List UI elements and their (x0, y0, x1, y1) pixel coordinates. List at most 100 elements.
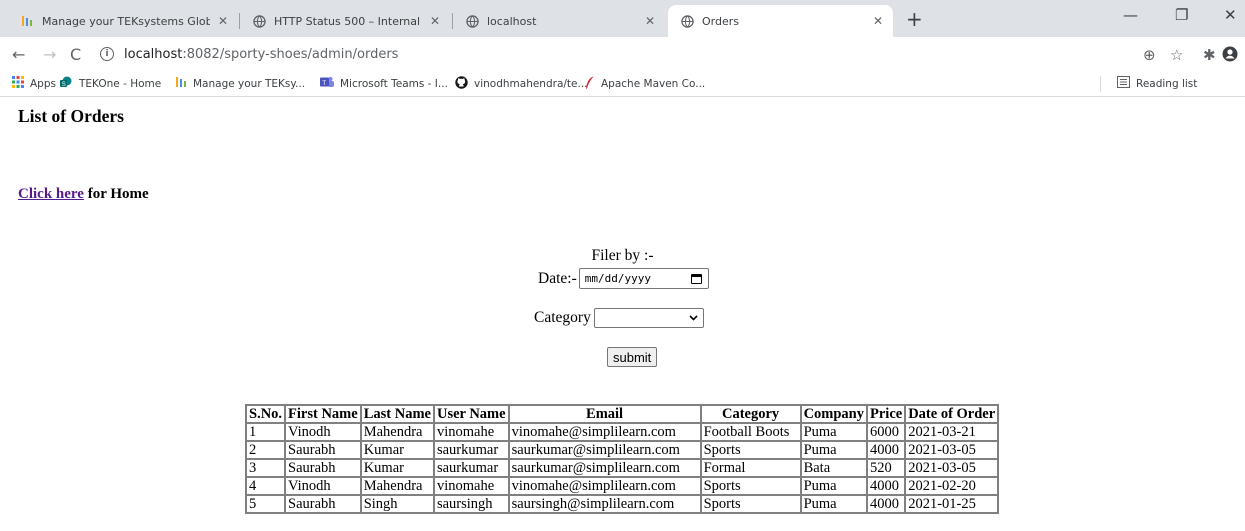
cell-company: Puma (800, 441, 867, 459)
bookmark-star-icon[interactable]: ☆ (1170, 46, 1183, 64)
reload-button[interactable]: C (70, 45, 81, 64)
bookmark-label: Manage your TEKsy... (193, 77, 306, 90)
column-header: Email (508, 405, 701, 423)
table-row: 5 Saurabh Singh saursingh saursingh@simp… (246, 495, 999, 513)
date-filter-row: Date:- mm/dd/yyyy (538, 268, 709, 289)
date-placeholder: mm/dd/yyyy (584, 272, 651, 285)
tab-title: localhost (487, 14, 537, 28)
cell-price: 520 (867, 459, 906, 477)
bookmarks-bar: Apps S TEKOne - Home Manage your TEKsy..… (0, 71, 1245, 97)
table-row: 3 Saurabh Kumar saurkumar saurkumar@simp… (246, 459, 999, 477)
cell-email: saursingh@simplilearn.com (508, 495, 701, 513)
cell-user-name: saurkumar (433, 441, 509, 459)
home-link-suffix: for Home (83, 186, 149, 202)
close-icon[interactable]: ✕ (873, 14, 883, 28)
close-icon[interactable]: ✕ (430, 14, 440, 28)
apps-grid-icon (12, 76, 24, 91)
url-host: localhost (124, 46, 183, 62)
cell-first-name: Vinodh (285, 477, 361, 495)
cell-company: Puma (800, 495, 867, 513)
cell-category: Formal (700, 459, 801, 477)
address-bar[interactable]: i localhost:8082/sporty-shoes/admin/orde… (100, 42, 1140, 66)
date-input[interactable]: mm/dd/yyyy (578, 268, 709, 289)
chevron-down-icon (689, 313, 698, 324)
bookmark-divider (1100, 76, 1101, 92)
cell-last-name: Singh (360, 495, 434, 513)
reading-list-button[interactable]: Reading list (1117, 76, 1197, 91)
bookmark-microsoft-teams[interactable]: T Microsoft Teams - I... (320, 76, 448, 91)
tab-title: Orders (702, 14, 739, 28)
cell-date: 2021-03-21 (905, 423, 999, 441)
home-link[interactable]: Click here (18, 186, 84, 202)
column-header: Category (700, 405, 801, 423)
table-row: 1 Vinodh Mahendra vinomahe vinomahe@simp… (246, 423, 999, 441)
cell-category: Sports (700, 477, 801, 495)
globe-icon (465, 14, 479, 28)
column-header: User Name (433, 405, 509, 423)
column-header: Price (867, 405, 906, 423)
filter-title: Filer by :- (591, 247, 654, 264)
home-link-line: Click here for Home (18, 186, 149, 203)
url-path: :8082/sporty-shoes/admin/orders (182, 46, 399, 62)
cell-user-name: saursingh (433, 495, 509, 513)
bookmark-github[interactable]: vinodhmahendra/te... (455, 76, 588, 92)
table-row: 2 Saurabh Kumar saurkumar saurkumar@simp… (246, 441, 999, 459)
tab-strip: Manage your TEKsystems Global ✕ HTTP Sta… (0, 0, 1245, 37)
browser-toolbar: ← → C i localhost:8082/sporty-shoes/admi… (0, 37, 1245, 71)
svg-text:S: S (62, 82, 66, 88)
orders-table: S.No. First Name Last Name User Name Ema… (245, 404, 1000, 514)
bookmark-label: vinodhmahendra/te... (474, 78, 588, 90)
bookmark-tekone-home[interactable]: S TEKOne - Home (60, 76, 161, 92)
teksystems-logo-icon (175, 76, 187, 91)
cell-email: vinomahe@simplilearn.com (508, 477, 701, 495)
cell-category: Sports (700, 495, 801, 513)
cell-first-name: Saurabh (285, 495, 361, 513)
page-content: List of Orders Click here for Home Filer… (0, 97, 1245, 531)
window-close-icon[interactable]: ✕ (1224, 6, 1237, 24)
tab-orders[interactable]: Orders ✕ (668, 5, 893, 37)
cell-sno: 2 (246, 441, 286, 459)
extensions-icon[interactable]: ✱ (1203, 46, 1216, 64)
cell-company: Bata (800, 459, 867, 477)
bookmark-manage-teksystems[interactable]: Manage your TEKsy... (175, 76, 305, 91)
close-icon[interactable]: ✕ (645, 14, 655, 28)
column-header: Date of Order (905, 405, 999, 423)
cell-email: saurkumar@simplilearn.com (508, 441, 701, 459)
cell-price: 4000 (867, 477, 906, 495)
tab-http-500[interactable]: HTTP Status 500 – Internal Server ✕ (240, 5, 450, 37)
category-select[interactable] (593, 308, 704, 328)
bookmark-apps[interactable]: Apps (12, 76, 56, 91)
page-title: List of Orders (18, 106, 124, 126)
cell-first-name: Vinodh (285, 423, 361, 441)
cell-category: Sports (700, 441, 801, 459)
forward-button[interactable]: → (43, 45, 56, 64)
cell-price: 6000 (867, 423, 906, 441)
cell-last-name: Mahendra (360, 423, 434, 441)
menu-icon[interactable]: ⋮ (1239, 46, 1245, 64)
profile-icon[interactable] (1222, 46, 1238, 66)
globe-icon (252, 14, 266, 28)
zoom-icon[interactable]: ⊕ (1143, 46, 1156, 64)
bookmark-label: Apache Maven Co... (601, 78, 706, 90)
bookmark-label: Microsoft Teams - I... (340, 77, 448, 90)
tab-localhost[interactable]: localhost ✕ (453, 5, 665, 37)
cell-user-name: vinomahe (433, 477, 509, 495)
cell-last-name: Kumar (360, 459, 434, 477)
cell-date: 2021-03-05 (905, 441, 999, 459)
info-icon[interactable]: i (100, 47, 114, 61)
globe-icon (680, 14, 694, 28)
submit-button[interactable]: submit (607, 347, 658, 367)
restore-icon[interactable]: ❐ (1175, 6, 1188, 24)
bookmark-apache-maven[interactable]: Apache Maven Co... (585, 76, 705, 92)
new-tab-button[interactable]: + (906, 9, 923, 29)
column-header: First Name (285, 405, 361, 423)
minimize-icon[interactable]: — (1123, 6, 1138, 24)
cell-user-name: saurkumar (433, 459, 509, 477)
tab-teksystems[interactable]: Manage your TEKsystems Global ✕ (8, 5, 238, 37)
back-button[interactable]: ← (12, 45, 25, 64)
cell-email: vinomahe@simplilearn.com (508, 423, 701, 441)
calendar-icon[interactable] (690, 273, 702, 284)
column-header: Company (800, 405, 867, 423)
table-row: 4 Vinodh Mahendra vinomahe vinomahe@simp… (246, 477, 999, 495)
close-icon[interactable]: ✕ (218, 14, 228, 28)
